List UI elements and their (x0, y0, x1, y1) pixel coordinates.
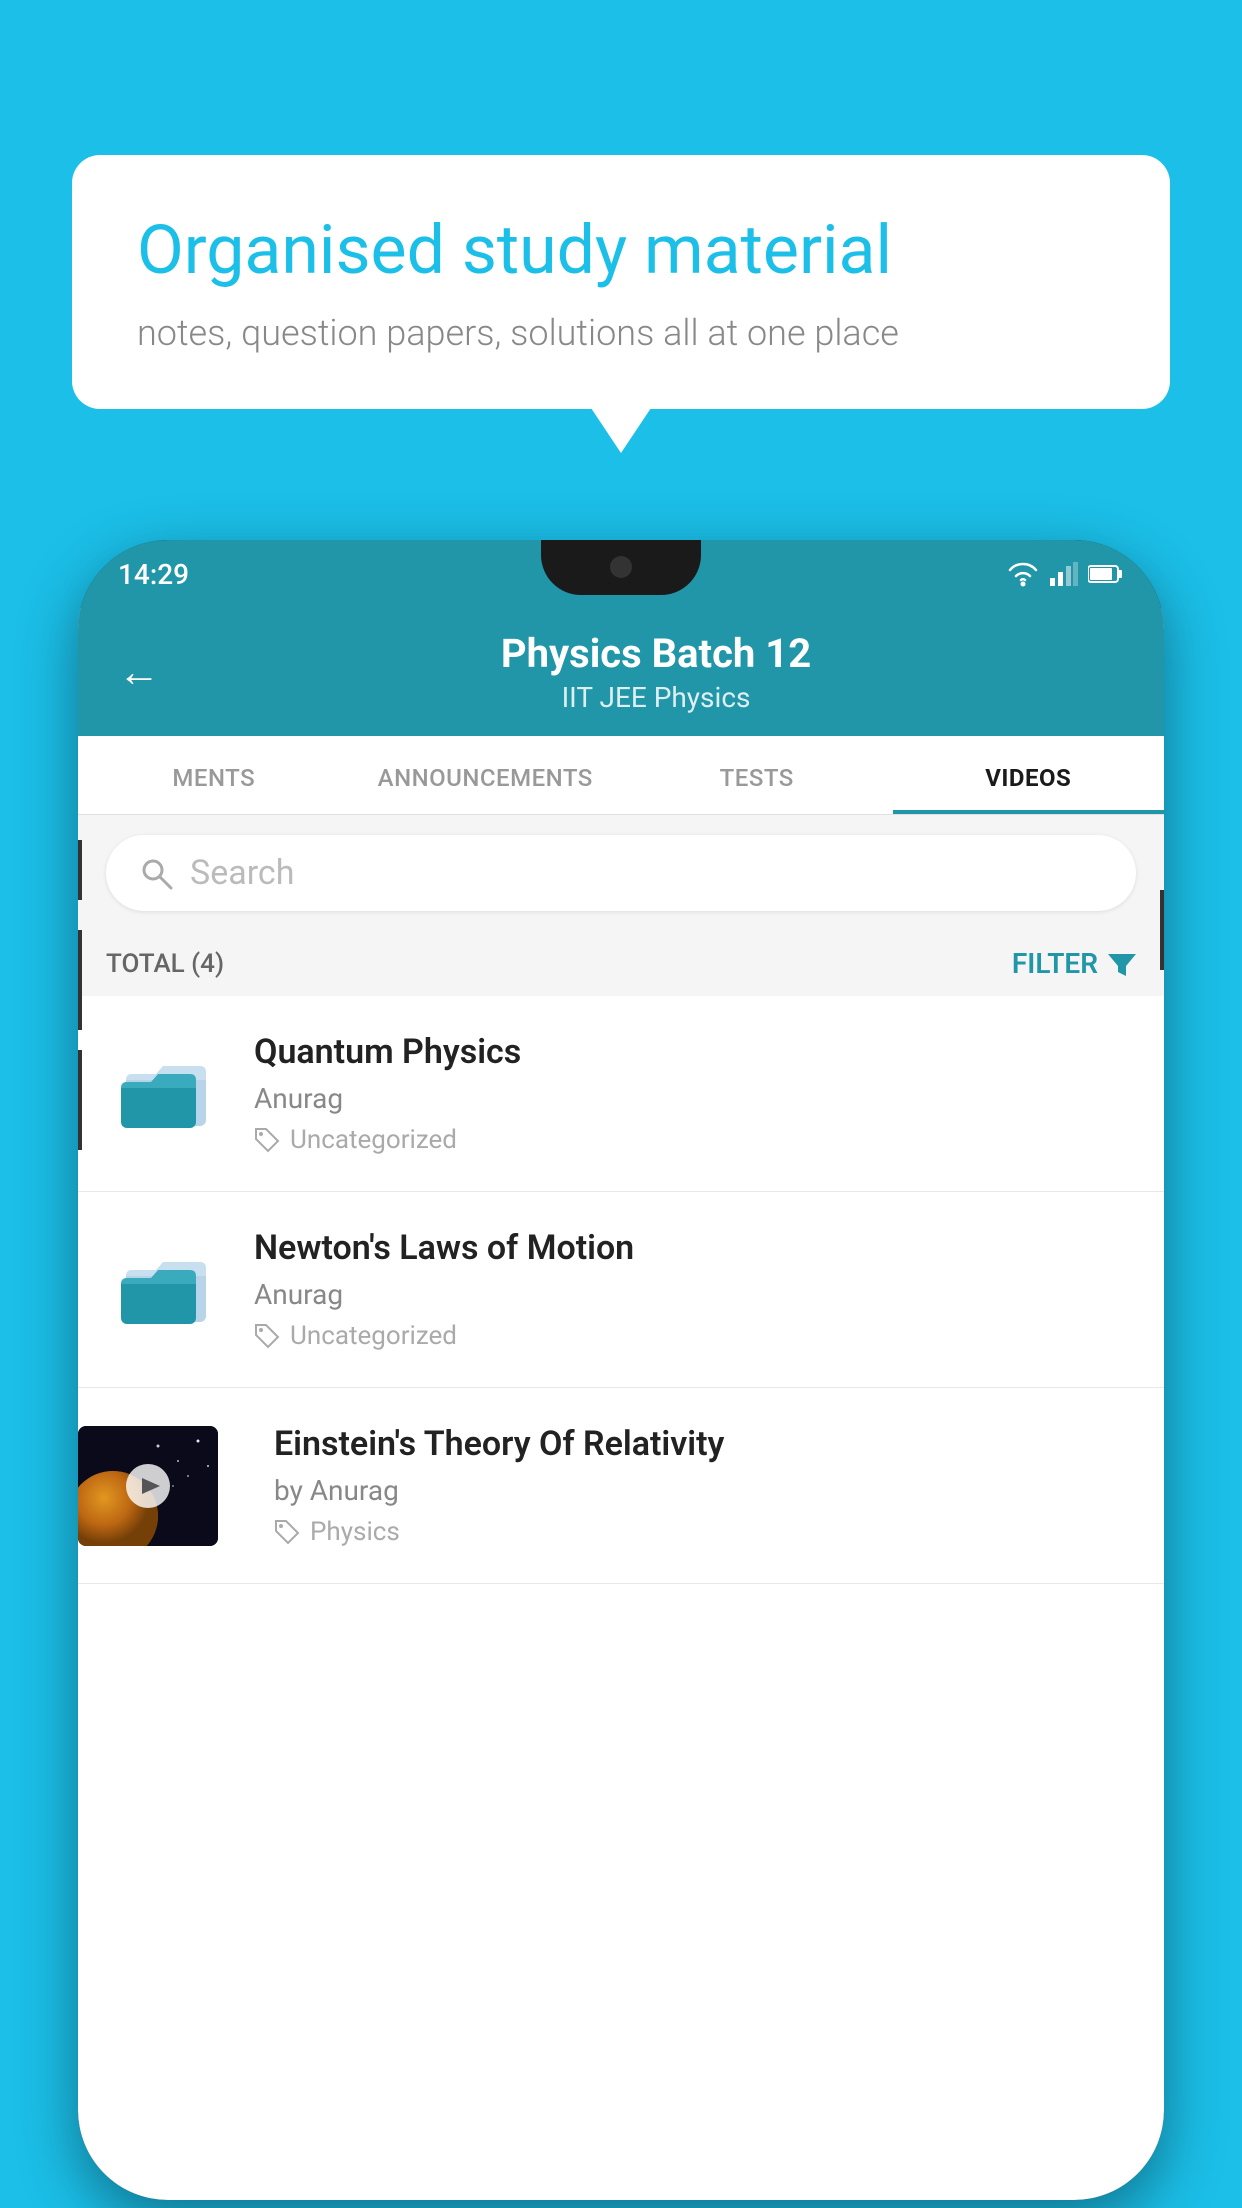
video-title: Einstein's Theory Of Relativity (274, 1424, 1136, 1464)
folder-icon-wrap (106, 1044, 226, 1144)
video-author: Anurag (254, 1278, 1136, 1311)
phone-silent-button (78, 1050, 82, 1150)
header-text: Physics Batch 12 IIT JEE Physics (188, 630, 1124, 714)
tab-videos[interactable]: VIDEOS (893, 736, 1165, 814)
video-title: Newton's Laws of Motion (254, 1228, 1136, 1268)
header-title: Physics Batch 12 (188, 630, 1124, 677)
folder-icon (121, 1054, 211, 1134)
video-info: Newton's Laws of Motion Anurag Uncategor… (254, 1228, 1136, 1351)
total-count: TOTAL (4) (106, 949, 224, 979)
video-tag: Uncategorized (254, 1125, 1136, 1155)
speech-bubble-title: Organised study material (137, 210, 1105, 292)
signal-icon (1050, 562, 1078, 586)
header-subtitle: IIT JEE Physics (188, 681, 1124, 714)
video-info: Einstein's Theory Of Relativity by Anura… (246, 1388, 1164, 1583)
phone-volume-up-button (78, 840, 82, 900)
tab-announcements[interactable]: ANNOUNCEMENTS (350, 736, 622, 814)
phone-frame: 14:29 ← (78, 540, 1164, 2200)
phone-power-button (1160, 890, 1164, 970)
tab-tests[interactable]: TESTS (621, 736, 893, 814)
video-info: Quantum Physics Anurag Uncategorized (254, 1032, 1136, 1155)
tag-text: Physics (310, 1517, 400, 1547)
tag-icon (254, 1127, 280, 1153)
back-button[interactable]: ← (118, 648, 160, 697)
camera-dot (610, 556, 632, 578)
search-icon (138, 855, 174, 891)
list-item[interactable]: Newton's Laws of Motion Anurag Uncategor… (78, 1192, 1164, 1388)
tab-bar: MENTS ANNOUNCEMENTS TESTS VIDEOS (78, 736, 1164, 815)
tab-ments[interactable]: MENTS (78, 736, 350, 814)
folder-icon (121, 1250, 211, 1330)
tag-text: Uncategorized (290, 1321, 457, 1351)
phone-volume-down-button (78, 930, 82, 1030)
video-list: Quantum Physics Anurag Uncategorized (78, 996, 1164, 1584)
filter-bar: TOTAL (4) FILTER (78, 931, 1164, 996)
battery-icon (1088, 564, 1124, 584)
wifi-icon (1006, 561, 1040, 587)
filter-icon (1108, 950, 1136, 978)
list-item[interactable]: Einstein's Theory Of Relativity by Anura… (78, 1388, 1164, 1584)
tag-icon (254, 1323, 280, 1349)
search-placeholder: Search (190, 853, 294, 893)
speech-bubble-subtitle: notes, question papers, solutions all at… (137, 312, 1105, 354)
status-time: 14:29 (118, 558, 189, 591)
speech-bubble: Organised study material notes, question… (72, 155, 1170, 409)
search-input-wrapper[interactable]: Search (106, 835, 1136, 911)
thumbnail-bg (78, 1426, 218, 1546)
phone-screen: ← Physics Batch 12 IIT JEE Physics MENTS… (78, 608, 1164, 2200)
video-author: by Anurag (274, 1474, 1136, 1507)
status-bar: 14:29 (78, 540, 1164, 608)
video-tag: Physics (274, 1517, 1136, 1547)
tag-text: Uncategorized (290, 1125, 457, 1155)
app-header: ← Physics Batch 12 IIT JEE Physics (78, 608, 1164, 736)
video-tag: Uncategorized (254, 1321, 1136, 1351)
filter-button[interactable]: FILTER (1012, 947, 1136, 980)
video-thumbnail (78, 1426, 218, 1546)
space-bg (78, 1426, 218, 1546)
search-bar: Search (78, 815, 1164, 931)
video-title: Quantum Physics (254, 1032, 1136, 1072)
video-author: Anurag (254, 1082, 1136, 1115)
status-icons (1006, 561, 1124, 587)
list-item[interactable]: Quantum Physics Anurag Uncategorized (78, 996, 1164, 1192)
tag-icon (274, 1519, 300, 1545)
folder-icon-wrap (106, 1240, 226, 1340)
